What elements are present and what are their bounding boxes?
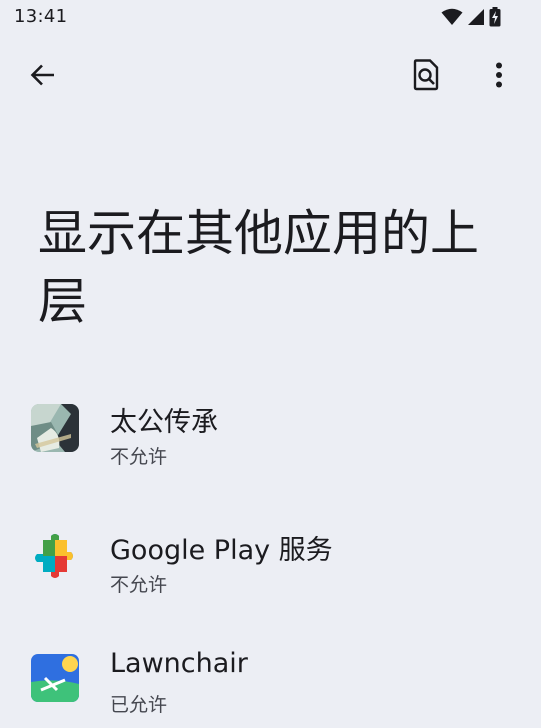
lawnchair-icon xyxy=(31,654,79,702)
signal-icon xyxy=(467,8,485,26)
app-name: Lawnchair xyxy=(110,648,248,679)
back-arrow-icon xyxy=(29,61,57,93)
page-title: 显示在其他应用的上层 xyxy=(38,205,480,330)
status-bar: 13:41 xyxy=(0,0,541,34)
app-permission-status: 不允许 xyxy=(110,446,168,468)
list-item-app-0[interactable]: 太公传承 不允许 xyxy=(0,380,541,480)
taigong-app-icon xyxy=(31,404,79,452)
wifi-icon xyxy=(441,8,463,26)
app-permission-status: 已允许 xyxy=(110,694,168,716)
top-app-bar xyxy=(0,48,541,106)
app-name: Google Play 服务 xyxy=(110,535,333,566)
search-settings-icon xyxy=(413,59,439,95)
list-item-app-2[interactable]: Lawnchair 已允许 xyxy=(0,628,541,728)
status-time: 13:41 xyxy=(14,6,68,27)
google-play-services-icon xyxy=(31,532,79,580)
back-button[interactable] xyxy=(22,56,64,98)
battery-charging-icon xyxy=(489,7,501,27)
app-permission-status: 不允许 xyxy=(110,574,168,596)
more-options-button[interactable] xyxy=(478,56,520,98)
status-icons xyxy=(441,7,501,27)
more-vert-icon xyxy=(495,62,503,92)
list-item-app-1[interactable]: Google Play 服务 不允许 xyxy=(0,508,541,608)
app-name: 太公传承 xyxy=(110,407,218,438)
search-settings-button[interactable] xyxy=(405,56,447,98)
